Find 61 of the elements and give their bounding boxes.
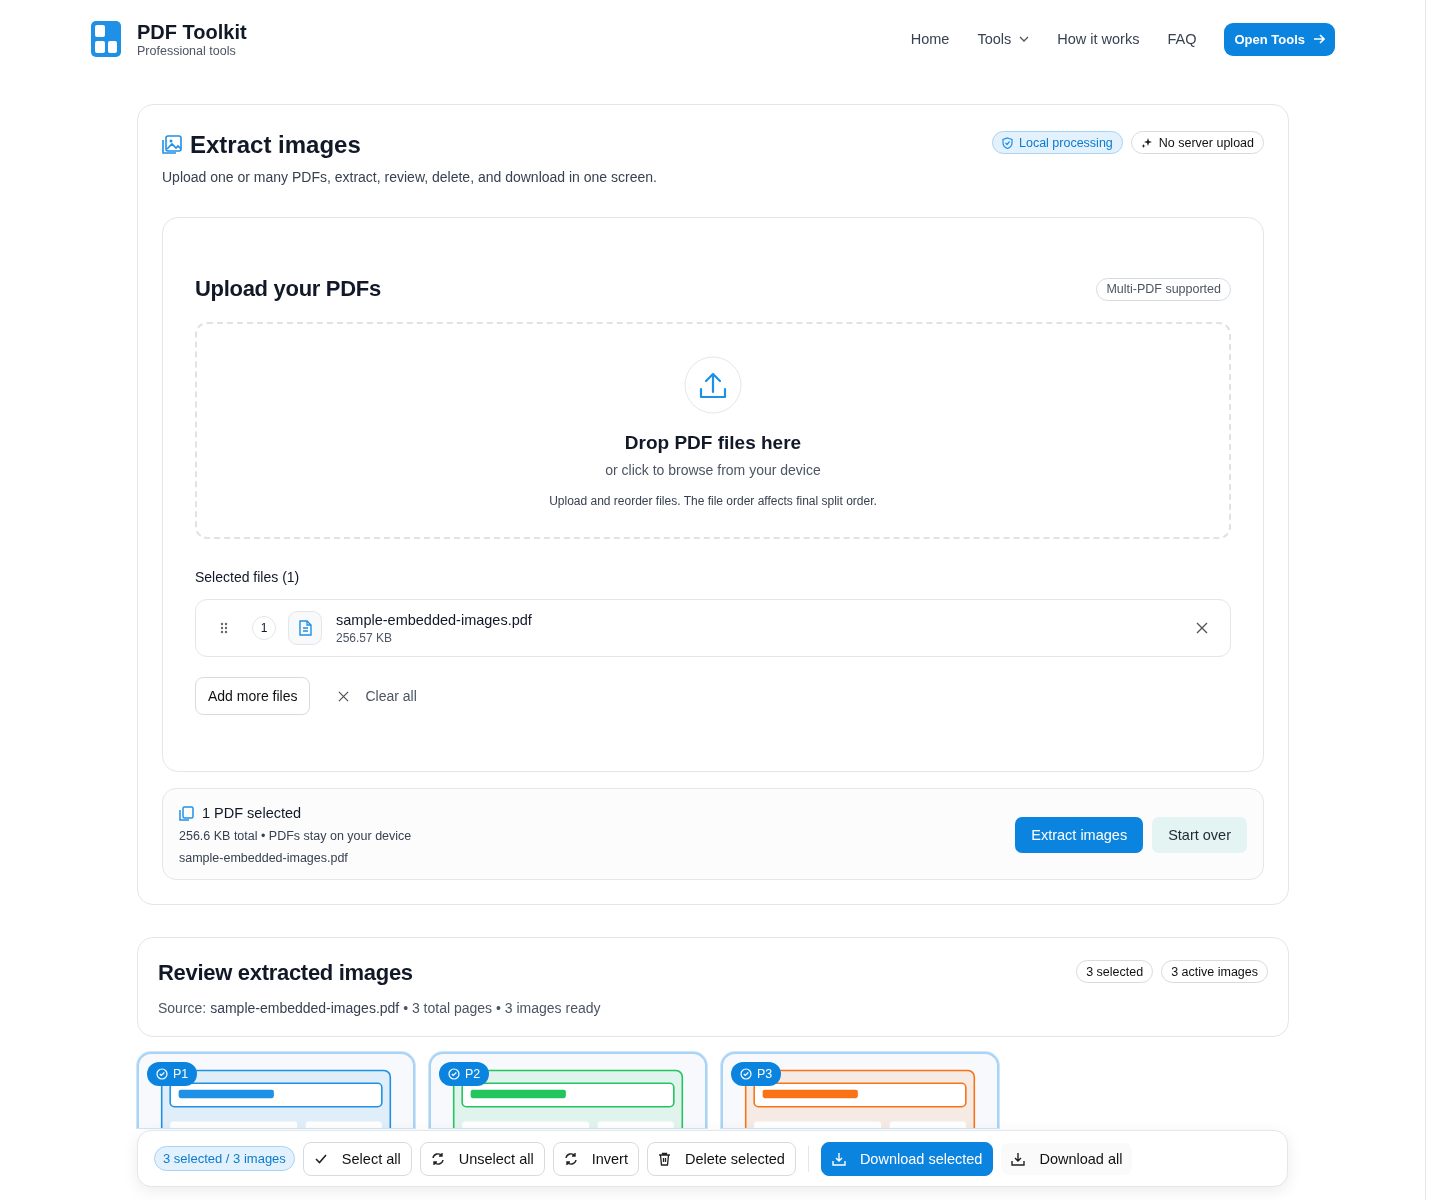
download-icon xyxy=(1011,1151,1026,1166)
sparkle-icon xyxy=(1140,136,1153,149)
start-over-button[interactable]: Start over xyxy=(1152,817,1247,853)
open-tools-button[interactable]: Open Tools xyxy=(1224,22,1335,56)
summary-details: 256.6 KB total • PDFs stay on your device xyxy=(179,829,412,843)
toolbar-button[interactable]: Invert xyxy=(552,1141,639,1176)
drop-subtitle: or click to browse from your device xyxy=(605,462,821,478)
nav-link[interactable]: FAQ xyxy=(1167,31,1197,47)
file-row[interactable]: 1 sample-embedded-images.pdf 256.57 KB xyxy=(195,599,1231,657)
summary-file-name: sample-embedded-images.pdf xyxy=(179,851,349,865)
drop-zone[interactable]: Drop PDF files here or click to browse from your device Upload and reorder files. The file order affects final split order. xyxy=(195,322,1231,539)
files-heading: Selected files (1) xyxy=(195,569,301,585)
chevron-down-icon xyxy=(1019,36,1030,42)
nav-link[interactable]: Home xyxy=(910,31,950,47)
feature-badge: Local processing xyxy=(992,131,1123,154)
download-icon xyxy=(831,1151,846,1166)
page-subtitle: Upload one or many PDFs, extract, review, delete, and download in one screen. xyxy=(162,169,657,185)
toolbar-button[interactable]: Unselect all xyxy=(419,1141,545,1176)
copy-icon xyxy=(179,805,194,821)
image-card[interactable]: P3 xyxy=(721,1052,999,1128)
page-badge: P3 xyxy=(731,1062,782,1086)
section-title: Review extracted images xyxy=(158,960,414,986)
document-icon xyxy=(288,611,322,645)
summary-title: 1 PDF selected xyxy=(202,805,302,821)
source-info: Source: sample-embedded-images.pdf • 3 total pages • 3 images ready xyxy=(158,1000,601,1016)
drag-handle-icon[interactable] xyxy=(220,622,228,634)
page-title: Extract images xyxy=(190,131,361,159)
upload-icon xyxy=(684,356,742,414)
extract-images-button[interactable]: Extract images xyxy=(1015,817,1144,853)
brand-name: PDF Toolkit xyxy=(137,20,247,44)
close-icon xyxy=(338,690,350,702)
refresh-icon xyxy=(430,1151,445,1166)
logo-icon xyxy=(91,21,121,57)
arrow-right-icon xyxy=(1313,33,1325,45)
toolbar-button[interactable]: Download selected xyxy=(820,1141,994,1176)
selection-count: 3 selected / 3 images xyxy=(154,1146,295,1171)
nav-dropdown[interactable]: Tools xyxy=(977,31,1030,47)
image-card[interactable]: P1 xyxy=(137,1052,415,1128)
brand-tagline: Professional tools xyxy=(137,43,237,58)
drop-hint: Upload and reorder files. The file order affects final split order. xyxy=(549,494,877,508)
page-badge: P2 xyxy=(439,1062,490,1086)
close-icon[interactable] xyxy=(1196,622,1208,634)
check-circle-icon xyxy=(156,1068,168,1080)
clear-all-button[interactable]: Clear all xyxy=(332,687,423,705)
drop-title: Drop PDF files here xyxy=(624,432,802,454)
toolbar-button[interactable]: Select all xyxy=(302,1141,412,1176)
toolbar-button[interactable]: Download all xyxy=(1001,1142,1133,1175)
page-badge: P1 xyxy=(147,1062,198,1086)
shield-icon xyxy=(1002,136,1013,149)
section-title: Upload your PDFs xyxy=(195,276,381,302)
toolbar-button[interactable]: Delete selected xyxy=(646,1141,796,1176)
file-size: 256.57 KB xyxy=(336,630,394,645)
refresh-icon xyxy=(563,1151,578,1166)
check-circle-icon xyxy=(448,1068,460,1080)
trash-icon xyxy=(657,1151,671,1166)
file-name: sample-embedded-images.pdf xyxy=(336,611,533,628)
image-card[interactable]: P2 xyxy=(429,1052,707,1128)
nav-link[interactable]: How it works xyxy=(1057,31,1140,47)
check-circle-icon xyxy=(740,1068,752,1080)
add-files-button[interactable]: Add more files xyxy=(195,677,311,715)
image-icon xyxy=(162,135,182,155)
